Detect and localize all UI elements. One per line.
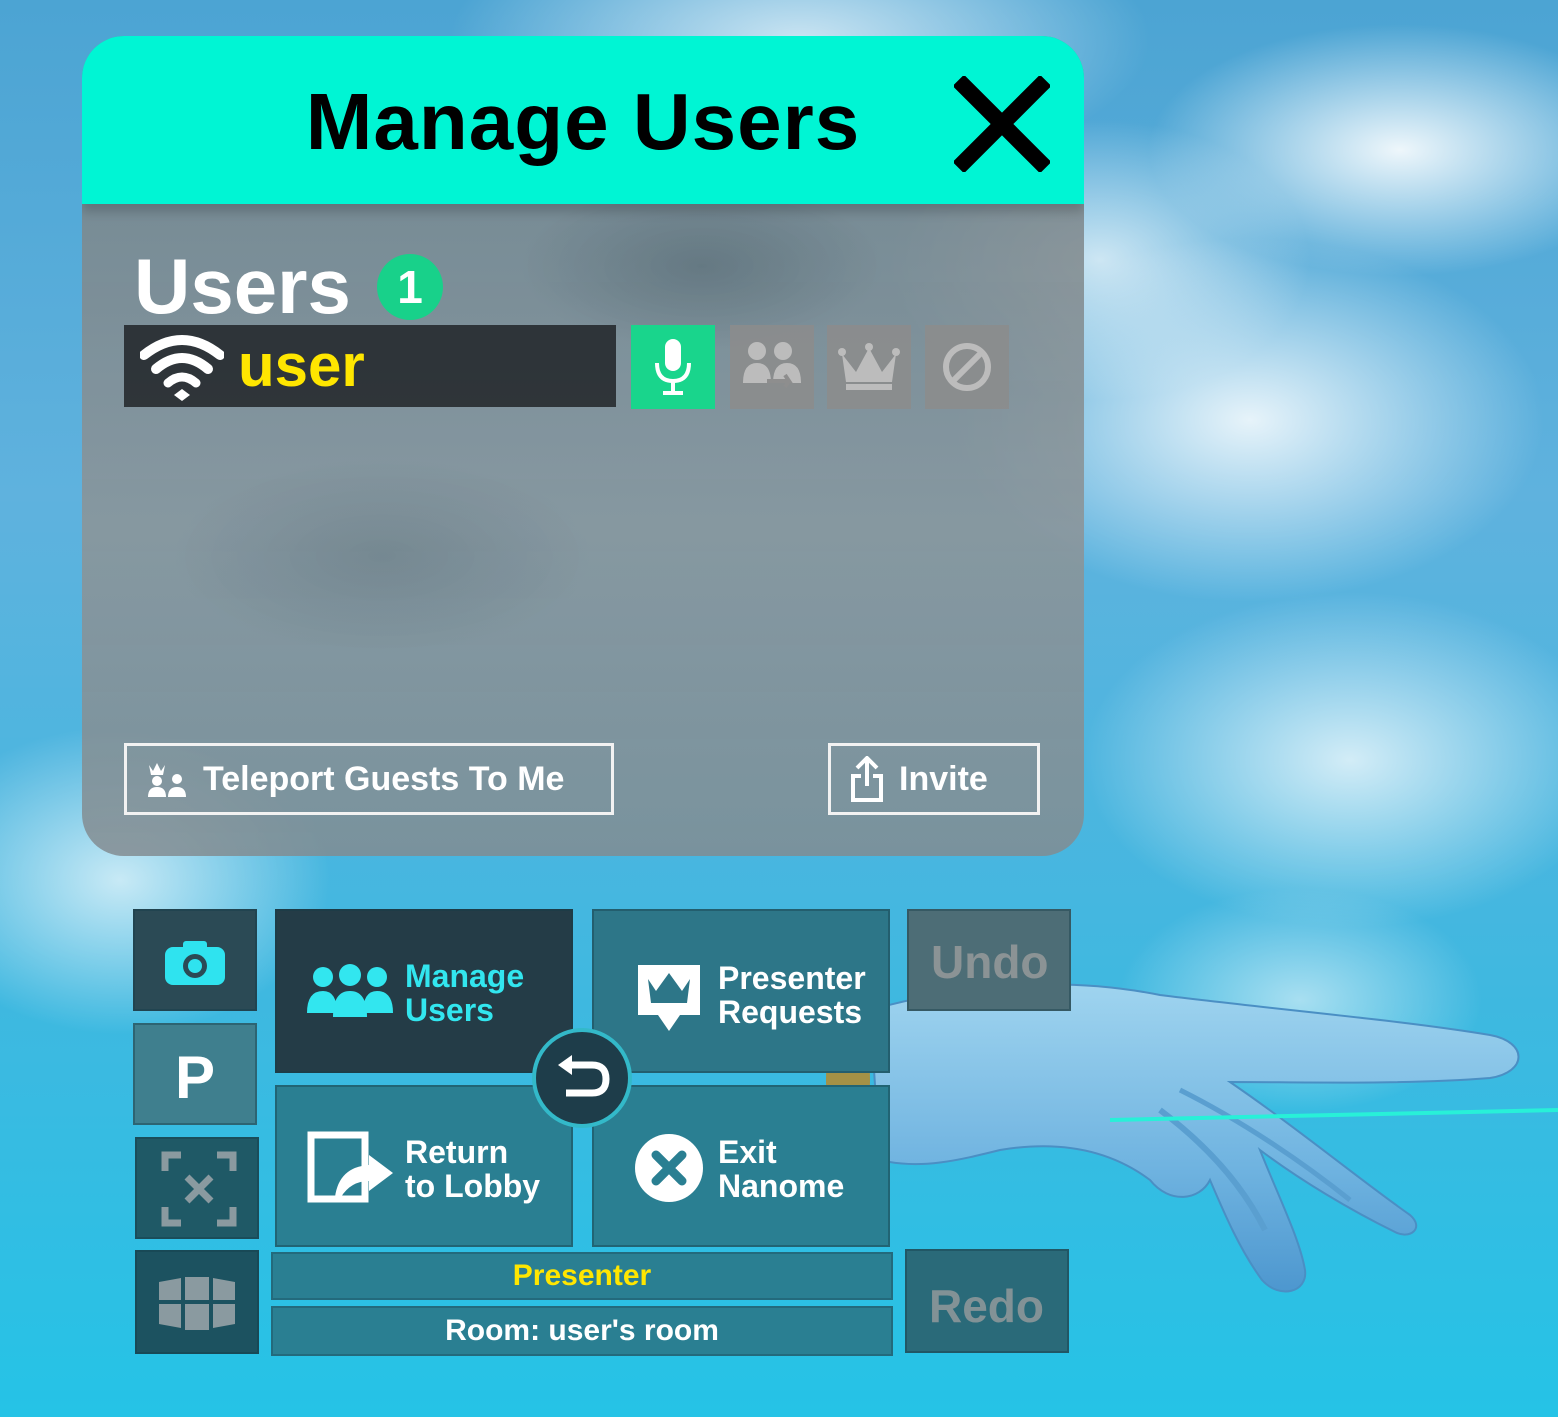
back-button[interactable] (532, 1028, 632, 1128)
panel-header: Manage Users (82, 36, 1084, 204)
teleport-guests-label: Teleport Guests To Me (203, 759, 565, 798)
return-lobby-line1: Return (405, 1134, 509, 1170)
make-presenter-button[interactable] (827, 325, 911, 409)
undo-button[interactable]: Undo (907, 909, 1071, 1011)
screenshot-button[interactable] (133, 909, 257, 1011)
presenter-mode-button[interactable]: P (133, 1023, 257, 1125)
users-heading: Users (134, 242, 351, 330)
recenter-button[interactable] (135, 1137, 259, 1239)
redo-button[interactable]: Redo (905, 1249, 1069, 1353)
manage-users-panel: Manage Users Users 1 user Teleport Guest… (82, 36, 1084, 856)
camera-icon (165, 941, 225, 985)
room-status: Room: user's room (271, 1306, 893, 1356)
room-label: Room: user's room (445, 1314, 719, 1347)
exit-nanome-line2: Nanome (718, 1168, 845, 1204)
user-name: user (238, 332, 365, 399)
microphone-icon (655, 339, 691, 395)
manage-users-tile[interactable]: Manage Users (275, 909, 573, 1073)
return-to-lobby-tile[interactable]: Return to Lobby (275, 1085, 573, 1247)
mute-user-button[interactable] (631, 325, 715, 409)
user-row[interactable]: user (124, 325, 616, 407)
close-icon (952, 74, 1052, 174)
ban-icon (943, 343, 991, 391)
exit-nanome-tile[interactable]: Exit Nanome (592, 1085, 890, 1247)
exit-icon (635, 1134, 703, 1202)
role-label: Presenter (512, 1259, 652, 1292)
presenter-requests-line1: Presenter (718, 960, 866, 996)
presenter-requests-icon (638, 965, 700, 1031)
presenter-requests-tile[interactable]: Presenter Requests (592, 909, 890, 1073)
return-lobby-icon (307, 1131, 393, 1203)
manage-users-line1: Manage (405, 958, 525, 994)
users-count-badge: 1 (377, 254, 443, 320)
back-arrow-icon (558, 1055, 610, 1097)
presenter-mode-label: P (174, 1044, 216, 1111)
teleport-guests-icon (148, 763, 186, 797)
teleport-guests-button[interactable]: Teleport Guests To Me (124, 743, 614, 815)
wifi-icon (140, 335, 224, 401)
presenter-requests-line2: Requests (718, 994, 863, 1030)
windows-button[interactable] (135, 1250, 259, 1354)
crown-icon (838, 343, 900, 390)
share-icon (851, 756, 883, 802)
teleport-to-user-button[interactable] (730, 325, 814, 409)
windows-icon (159, 1277, 235, 1330)
return-lobby-line2: to Lobby (405, 1168, 541, 1204)
manage-users-line2: Users (405, 992, 494, 1028)
teleport-to-user-icon (743, 342, 801, 389)
undo-label: Undo (931, 936, 1049, 988)
invite-label: Invite (899, 759, 988, 798)
close-button[interactable] (952, 74, 1052, 174)
ban-user-button[interactable] (925, 325, 1009, 409)
redo-label: Redo (929, 1280, 1044, 1332)
users-icon (307, 964, 393, 1017)
exit-nanome-line1: Exit (718, 1134, 777, 1170)
invite-button[interactable]: Invite (828, 743, 1040, 815)
recenter-icon (161, 1151, 237, 1227)
role-status: Presenter (271, 1252, 893, 1300)
panel-title: Manage Users (305, 77, 861, 166)
